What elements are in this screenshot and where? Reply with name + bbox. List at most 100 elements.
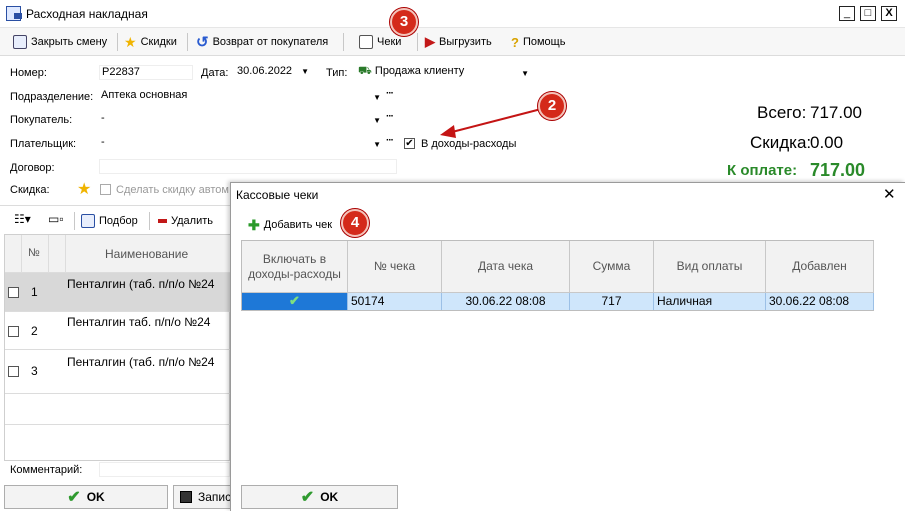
pick-label: Подбор — [99, 215, 138, 227]
toolbar-separator — [187, 33, 188, 51]
discount-total-label: Скидка: — [750, 133, 812, 152]
buyer-browse-button[interactable]: ··· — [386, 111, 394, 122]
dialog-title: Кассовые чеки — [236, 188, 319, 202]
row-checkbox[interactable] — [8, 326, 19, 337]
close-button[interactable]: X — [881, 6, 897, 21]
auto-discount-label: Сделать скидку автом — [116, 184, 229, 196]
return-button[interactable]: ↺ Возврат от покупателя — [193, 32, 331, 52]
dropdown-arrow-icon: ▼ — [373, 140, 381, 149]
dropdown-arrow-icon: ▼ — [373, 93, 381, 102]
date-field[interactable]: 30.06.2022 ▼ — [235, 65, 315, 80]
receipt-payment-cell[interactable]: Наличная — [654, 293, 766, 310]
dialog-ok-button[interactable]: ✔ OK — [241, 485, 398, 509]
receipt-added-cell[interactable]: 30.06.22 08:08 — [766, 293, 874, 310]
payer-label: Плательщик: — [10, 138, 77, 150]
window-title: Расходная накладная — [26, 7, 148, 21]
receipt-number-cell[interactable]: 50174 — [348, 293, 442, 310]
row-checkbox[interactable] — [8, 287, 19, 298]
row-name: Пенталгин (таб. п/п/о №24 — [67, 277, 215, 291]
add-receipt-button[interactable]: ✚ Добавить чек — [245, 215, 335, 235]
payer-value: - — [101, 136, 105, 148]
table-row[interactable]: 2 Пенталгин таб. п/п/о №24 — [5, 312, 231, 350]
save-button[interactable]: Запис — [173, 485, 233, 509]
buyer-value: - — [101, 112, 105, 124]
include-cell[interactable]: ✔ — [242, 293, 348, 310]
receipt-icon — [359, 35, 373, 49]
contract-field[interactable] — [99, 159, 397, 174]
ok-button[interactable]: ✔ OK — [4, 485, 168, 509]
auto-discount-checkbox[interactable] — [100, 184, 111, 195]
grid-view-icon[interactable]: ▭▫ — [48, 212, 64, 226]
grid-header: № Наименование — [5, 235, 231, 273]
number-field[interactable]: Р22837 — [99, 65, 193, 80]
buyer-label: Покупатель: — [10, 114, 73, 126]
contract-label: Договор: — [10, 162, 55, 174]
table-row[interactable]: 1 Пенталгин (таб. п/п/о №24 — [5, 273, 231, 312]
close-shift-button[interactable]: Закрыть смену — [10, 32, 110, 52]
division-select[interactable]: Аптека основная ▼ — [99, 89, 383, 104]
export-button[interactable]: ▶ Выгрузить — [422, 32, 495, 52]
pick-button[interactable]: Подбор — [78, 211, 141, 231]
row-num: 1 — [31, 285, 38, 299]
receipts-grid: Включать в доходы-расходы № чека Дата че… — [241, 240, 874, 311]
col-header-include: Включать в доходы-расходы — [242, 241, 348, 293]
annotation-arrow — [440, 107, 546, 138]
income-checkbox[interactable]: ✔ — [404, 138, 415, 149]
row-checkbox[interactable] — [8, 366, 19, 377]
items-grid: № Наименование 1 Пенталгин (таб. п/п/о №… — [4, 234, 231, 461]
discounts-button[interactable]: ★ Скидки — [121, 32, 180, 52]
payer-select[interactable]: - ▼ — [99, 136, 383, 151]
receipts-label: Чеки — [377, 36, 402, 48]
division-label: Подразделение: — [10, 91, 94, 103]
toolbar-separator — [74, 212, 75, 230]
plus-icon: ✚ — [248, 216, 260, 233]
type-select[interactable]: ⛟ Продажа клиенту ▼ — [356, 65, 532, 80]
receipt-sum-cell[interactable]: 717 — [570, 293, 654, 310]
discounts-label: Скидки — [140, 36, 177, 48]
floppy-icon — [180, 491, 192, 503]
star-icon: ★ — [124, 33, 137, 50]
date-value: 30.06.2022 — [237, 65, 293, 77]
pay-value: 717.00 — [810, 160, 866, 180]
col-divider — [48, 235, 49, 273]
col-header-num: № — [28, 247, 40, 259]
buyer-select[interactable]: - ▼ — [99, 112, 383, 127]
main-toolbar: Закрыть смену ★ Скидки ↺ Возврат от поку… — [0, 28, 905, 56]
delete-button[interactable]: Удалить — [155, 211, 216, 231]
toolbar-separator — [343, 33, 344, 51]
division-browse-button[interactable]: ··· — [386, 88, 394, 99]
payer-browse-button[interactable]: ··· — [386, 135, 394, 146]
close-shift-label: Закрыть смену — [31, 36, 108, 48]
receipt-date-cell[interactable]: 30.06.22 08:08 — [442, 293, 570, 310]
date-label: Дата: — [201, 67, 229, 79]
col-header-date: Дата чека — [442, 241, 570, 293]
calendar-icon — [13, 35, 27, 49]
dropdown-arrow-icon: ▼ — [373, 116, 381, 125]
window-titlebar: Расходная накладная _ □ X — [0, 0, 905, 28]
receipts-button[interactable]: Чеки — [356, 32, 404, 52]
maximize-button[interactable]: □ — [860, 6, 876, 21]
toolbar-separator — [117, 33, 118, 51]
dialog-close-button[interactable]: ✕ — [883, 185, 896, 203]
col-header-number: № чека — [348, 241, 442, 293]
step-badge-4: 4 — [341, 209, 369, 237]
division-value: Аптека основная — [101, 89, 188, 101]
return-label: Возврат от покупателя — [212, 36, 329, 48]
book-icon — [81, 214, 95, 228]
row-name: Пенталгин таб. п/п/о №24 — [67, 315, 211, 329]
row-name: Пенталгин (таб. п/п/о №24 — [67, 355, 215, 369]
select-mode-icon[interactable]: ☷▾ — [14, 212, 31, 226]
col-divider — [21, 235, 22, 273]
minimize-button[interactable]: _ — [839, 6, 855, 21]
checkmark-icon: ✔ — [67, 489, 81, 506]
sale-icon: ⛟ — [358, 65, 372, 77]
table-row[interactable]: 3 Пенталгин (таб. п/п/о №24 — [5, 350, 231, 394]
comment-field[interactable] — [99, 462, 230, 477]
number-label: Номер: — [10, 67, 47, 79]
delete-label: Удалить — [171, 215, 213, 227]
pay-label: К оплате: — [727, 162, 798, 179]
help-button[interactable]: ? Помощь — [508, 32, 568, 52]
col-header-name: Наименование — [105, 247, 189, 261]
toolbar-separator — [417, 33, 418, 51]
step-badge-3: 3 — [390, 8, 418, 36]
